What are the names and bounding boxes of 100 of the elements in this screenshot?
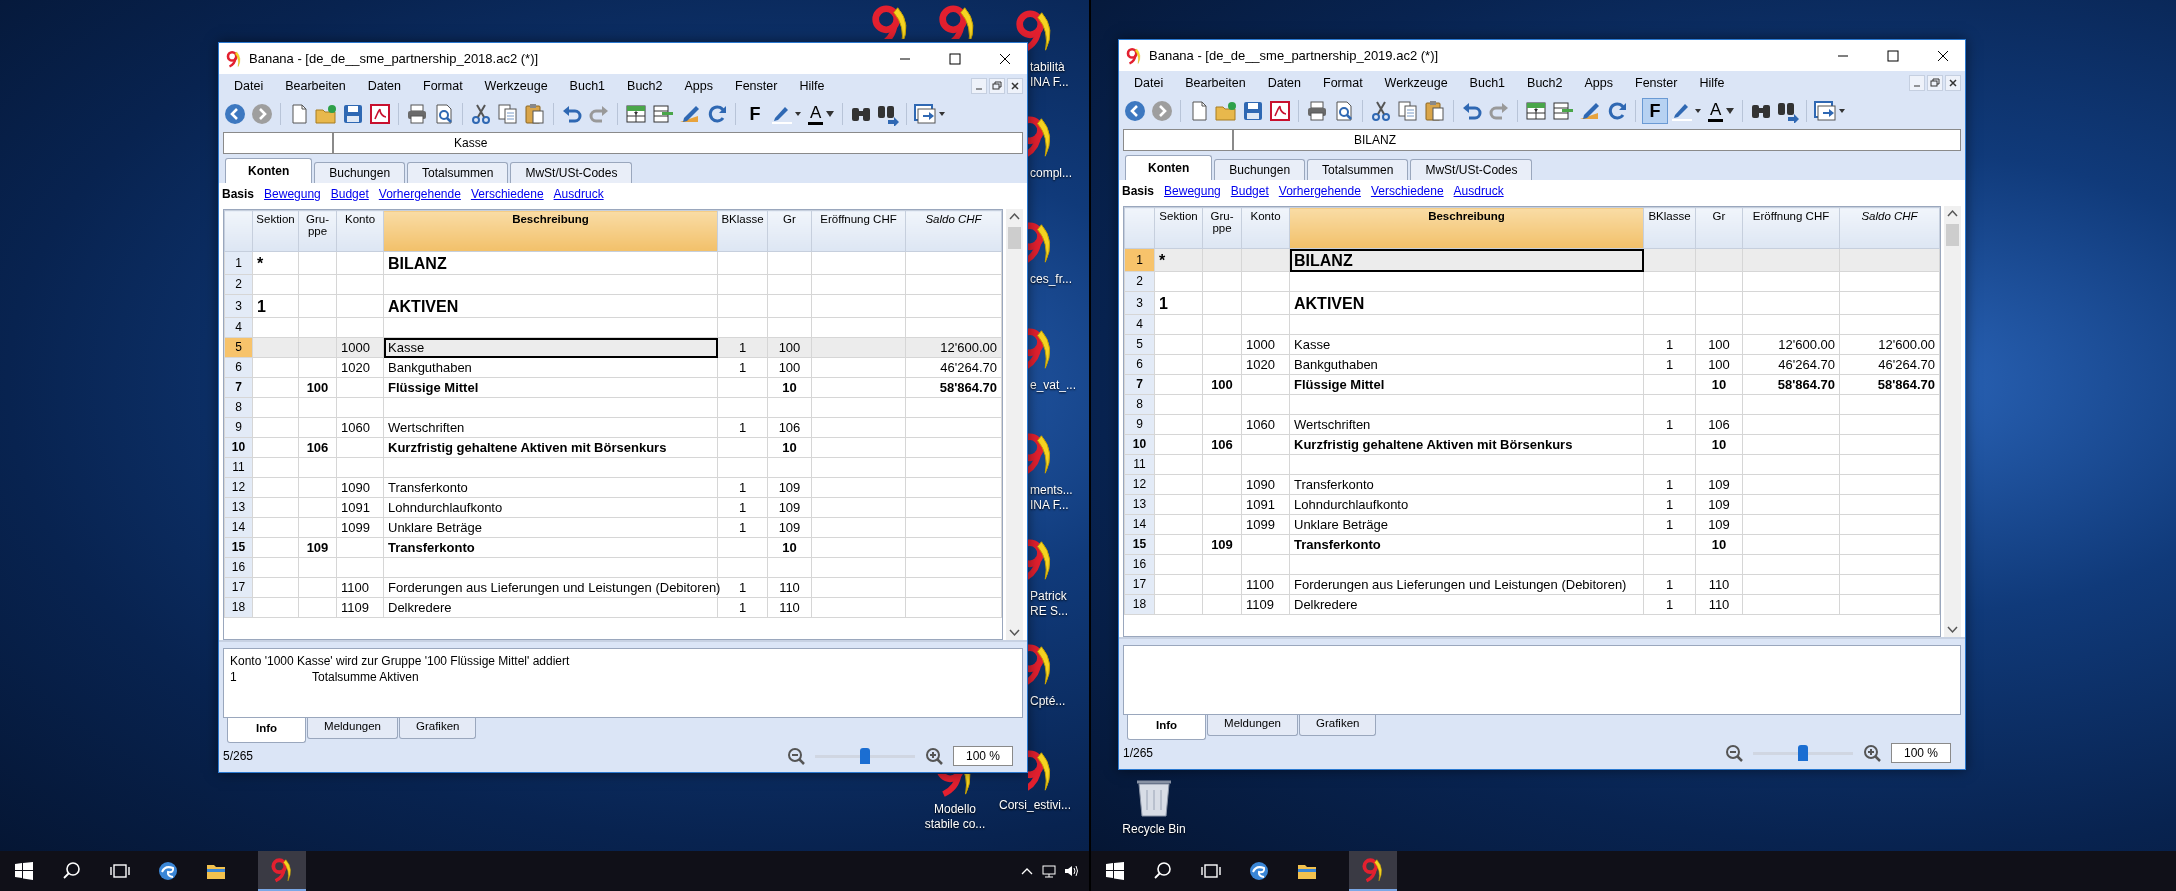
bold-button[interactable]: F xyxy=(742,101,768,127)
column-header[interactable]: Sektion xyxy=(252,210,299,252)
desktop-icon-label[interactable]: e_vat_... xyxy=(1030,378,1077,393)
row-number[interactable]: 12 xyxy=(1124,474,1155,495)
row-number[interactable]: 5 xyxy=(1124,334,1155,355)
row-number[interactable]: 10 xyxy=(1124,434,1155,455)
view-link[interactable]: Basis xyxy=(222,187,255,201)
tab[interactable]: Meldungen xyxy=(1207,715,1298,736)
row-number[interactable]: 13 xyxy=(1124,494,1155,515)
browser-icon[interactable] xyxy=(156,859,180,883)
row-number[interactable]: 16 xyxy=(224,557,253,578)
view-link[interactable]: Bewegung xyxy=(1164,184,1221,198)
cell-content-field[interactable]: BILANZ xyxy=(1233,129,1961,151)
insert-row-icon[interactable] xyxy=(624,102,648,126)
view-link[interactable]: Basis xyxy=(1122,184,1155,198)
menu-item[interactable]: Bearbeiten xyxy=(1174,73,1257,93)
desktop-icon-label[interactable]: Patrick RE S... xyxy=(1030,589,1068,619)
minimize-icon[interactable] xyxy=(971,78,987,94)
view-link[interactable]: Verschiedene xyxy=(470,187,544,201)
menu-item[interactable]: Fenster xyxy=(724,76,789,96)
row-number[interactable]: 9 xyxy=(1124,414,1155,435)
restore-icon[interactable] xyxy=(989,78,1005,94)
row-number[interactable]: 6 xyxy=(1124,354,1155,375)
tab[interactable]: Meldungen xyxy=(307,718,398,739)
menu-item[interactable]: Daten xyxy=(1256,73,1312,93)
view-link[interactable]: Vorhergehende xyxy=(378,187,461,201)
row-number[interactable]: 18 xyxy=(224,597,253,618)
row-number[interactable]: 5 xyxy=(224,337,253,358)
close-icon[interactable] xyxy=(1936,49,1950,62)
menu-item[interactable]: Werkzeuge xyxy=(473,76,559,96)
close-icon[interactable] xyxy=(998,52,1012,65)
scissors-icon[interactable] xyxy=(1369,99,1393,123)
save-icon[interactable] xyxy=(341,102,365,126)
tab[interactable]: Grafiken xyxy=(399,718,477,739)
scrollbar[interactable] xyxy=(1944,206,1961,637)
printer-icon[interactable] xyxy=(1305,99,1329,123)
desktop-icon-label[interactable]: Modello stabile co... xyxy=(917,802,993,832)
network-icon[interactable] xyxy=(1041,863,1057,879)
menu-item[interactable]: Bearbeiten xyxy=(274,76,357,96)
menu-item[interactable]: Format xyxy=(412,76,474,96)
row-number[interactable]: 15 xyxy=(1124,534,1155,555)
row-number[interactable]: 14 xyxy=(224,517,253,538)
zoom-slider[interactable] xyxy=(814,747,915,765)
tab[interactable]: Konten xyxy=(225,158,313,183)
row-number[interactable]: 11 xyxy=(224,457,253,478)
window-arrow-icon[interactable] xyxy=(1813,99,1848,123)
delete-row-icon[interactable] xyxy=(651,102,675,126)
row-number[interactable]: 4 xyxy=(224,317,253,338)
copy-icon[interactable] xyxy=(1396,99,1420,123)
column-header[interactable]: Gr xyxy=(1695,207,1743,249)
row-number[interactable]: 1 xyxy=(1124,248,1155,272)
font-color-button[interactable]: A xyxy=(1706,100,1737,122)
desktop-icon-label[interactable]: tabilità INA F... xyxy=(1030,60,1069,90)
row-number[interactable]: 4 xyxy=(1124,314,1155,335)
desktop-icon-label[interactable]: Corsi_estivi... xyxy=(997,798,1073,813)
view-link[interactable]: Budget xyxy=(330,187,369,201)
caret-icon[interactable] xyxy=(826,111,835,117)
view-link[interactable]: Vorhergehende xyxy=(1278,184,1361,198)
column-header[interactable]: Eröffnung CHF xyxy=(811,210,906,252)
column-header[interactable]: Gru-ppe xyxy=(1202,207,1242,249)
row-number[interactable]: 18 xyxy=(1124,594,1155,615)
forward-icon[interactable] xyxy=(250,102,274,126)
speaker-icon[interactable] xyxy=(1063,863,1079,879)
row-number[interactable]: 8 xyxy=(224,397,253,418)
caret-icon[interactable] xyxy=(1726,108,1735,114)
back-icon[interactable] xyxy=(1123,99,1147,123)
clipboard-icon[interactable] xyxy=(523,102,547,126)
row-number[interactable]: 2 xyxy=(1124,271,1155,292)
menu-item[interactable]: Buch2 xyxy=(616,76,674,96)
row-number[interactable]: 7 xyxy=(224,377,253,398)
menu-item[interactable]: Buch2 xyxy=(1516,73,1574,93)
menu-item[interactable]: Format xyxy=(1312,73,1374,93)
menu-item[interactable]: Apps xyxy=(1573,73,1624,93)
row-number[interactable]: 3 xyxy=(1124,291,1155,315)
bold-button[interactable]: F xyxy=(1642,98,1668,124)
column-header[interactable]: Konto xyxy=(1241,207,1290,249)
pdf-icon[interactable] xyxy=(1268,99,1292,123)
minimize-icon[interactable] xyxy=(1909,75,1925,91)
tab[interactable]: Totalsummen xyxy=(407,162,509,183)
view-link[interactable]: Ausdruck xyxy=(553,187,604,201)
column-header[interactable]: Konto xyxy=(336,210,384,252)
row-number[interactable]: 16 xyxy=(1124,554,1155,575)
insert-row-icon[interactable] xyxy=(1524,99,1548,123)
column-header[interactable]: BKlasse xyxy=(1643,207,1696,249)
tab[interactable]: MwSt/USt-Codes xyxy=(1410,159,1533,180)
zoom-slider[interactable] xyxy=(1752,744,1853,762)
row-number[interactable]: 15 xyxy=(224,537,253,558)
column-header[interactable]: Saldo CHF xyxy=(905,210,1002,252)
pdf-icon[interactable] xyxy=(368,102,392,126)
font-color-button[interactable]: A xyxy=(806,103,837,125)
view-link[interactable]: Budget xyxy=(1230,184,1269,198)
delete-row-icon[interactable] xyxy=(1551,99,1575,123)
zoom-field[interactable]: 100 % xyxy=(1890,743,1951,763)
menu-item[interactable]: Buch1 xyxy=(1458,73,1517,93)
menu-item[interactable]: Hilfe xyxy=(788,76,836,96)
tab[interactable]: Info xyxy=(1127,715,1207,740)
row-number[interactable]: 14 xyxy=(1124,514,1155,535)
maximize-icon[interactable] xyxy=(948,52,962,65)
printer-icon[interactable] xyxy=(405,102,429,126)
view-link[interactable]: Verschiedene xyxy=(1370,184,1444,198)
